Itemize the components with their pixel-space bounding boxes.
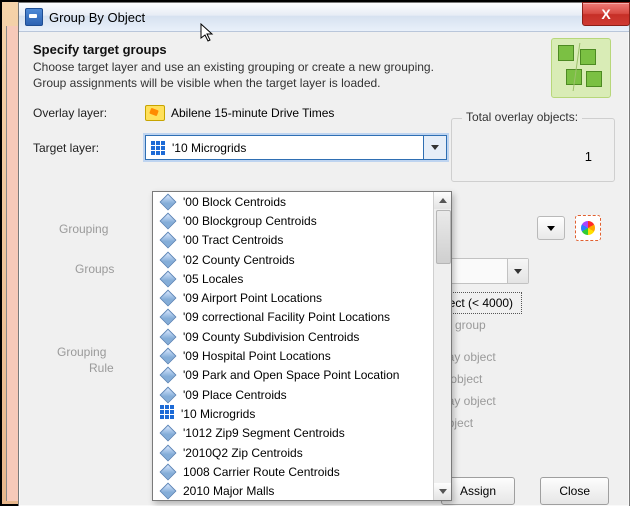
total-overlay-objects-value: 1 (585, 149, 592, 164)
chevron-down-icon (547, 226, 555, 231)
target-layer-combobox[interactable]: '10 Microgrids (145, 135, 447, 160)
close-button[interactable]: Close (540, 477, 609, 505)
grouping-dropdown-button[interactable] (537, 216, 565, 240)
overlay-layer-text: Abilene 15-minute Drive Times (171, 106, 334, 120)
target-layer-selected-text: '10 Microgrids (170, 141, 423, 155)
point-layer-icon (160, 386, 177, 403)
dropdown-item[interactable]: 2010 Major Malls (153, 481, 433, 500)
dropdown-item[interactable]: '09 Place Centroids (153, 385, 433, 404)
point-layer-icon (160, 251, 177, 268)
focused-option-text: ject (< 4000) (446, 296, 513, 310)
group-by-object-dialog: Group By Object X Specify target groups … (18, 2, 630, 506)
dropdown-item-label: '1012 Zip9 Segment Centroids (183, 426, 345, 440)
screenshot-root: Group By Object X Specify target groups … (0, 0, 630, 506)
dropdown-item-label: '2010Q2 Zip Centroids (183, 446, 303, 460)
point-layer-icon (160, 212, 177, 229)
grid-icon (159, 404, 175, 423)
assign-button[interactable]: Assign (441, 477, 515, 505)
grouping-rule-label-2: Rule (89, 361, 114, 375)
chevron-down-icon (439, 489, 447, 494)
dropdown-item-label: '09 Hospital Point Locations (183, 349, 331, 363)
dropdown-item[interactable]: '10 Microgrids (153, 404, 433, 423)
dropdown-item[interactable]: '09 County Subdivision Centroids (153, 327, 433, 346)
dropdown-item[interactable]: 1008 Carrier Route Centroids (153, 462, 433, 481)
dropdown-scrollbar[interactable] (433, 192, 451, 500)
dropdown-item[interactable]: '09 Airport Point Locations (153, 288, 433, 307)
dropdown-item-label: '02 County Centroids (183, 253, 295, 267)
overlay-layer-label: Overlay layer: (33, 106, 135, 120)
dropdown-item-label: 1008 Carrier Route Centroids (183, 465, 340, 479)
dropdown-item-label: '09 County Subdivision Centroids (183, 330, 359, 344)
dropdown-item[interactable]: '09 Park and Open Space Point Location (153, 366, 433, 385)
dialog-body: Specify target groups Choose target laye… (19, 32, 629, 506)
overlay-layer-swatch-icon (145, 105, 165, 121)
groups-label: Groups (75, 262, 114, 276)
section-description: Choose target layer and use an existing … (33, 59, 503, 91)
dropdown-item[interactable]: '2010Q2 Zip Centroids (153, 443, 433, 462)
dropdown-item-label: '09 Park and Open Space Point Location (183, 368, 399, 382)
total-overlay-objects-groupbox: Total overlay objects: 1 (451, 118, 615, 182)
dropdown-item-label: '10 Microgrids (181, 407, 255, 421)
point-layer-icon (160, 270, 177, 287)
burst-icon (581, 221, 595, 235)
target-layer-label: Target layer: (33, 141, 135, 155)
target-layer-dropdown-button[interactable] (423, 136, 446, 159)
point-layer-icon (160, 367, 177, 384)
dropdown-item[interactable]: '00 Blockgroup Centroids (153, 211, 433, 230)
dropdown-item-label: '09 Place Centroids (183, 388, 287, 402)
point-layer-icon (160, 290, 177, 307)
chevron-down-icon (514, 269, 522, 274)
dropdown-item[interactable]: '00 Tract Centroids (153, 231, 433, 250)
window-title: Group By Object (49, 10, 145, 25)
window-close-button[interactable]: X (582, 2, 630, 26)
header-section: Specify target groups Choose target laye… (33, 42, 615, 91)
titlebar[interactable]: Group By Object X (19, 3, 629, 32)
section-heading: Specify target groups (33, 42, 615, 57)
point-layer-icon (160, 309, 177, 326)
point-layer-icon (160, 425, 177, 442)
scroll-thumb[interactable] (436, 210, 451, 264)
grouping-illustration-icon (551, 38, 611, 98)
app-icon (25, 8, 43, 26)
scroll-up-button[interactable] (434, 192, 451, 209)
groups-combobox-button[interactable] (507, 259, 528, 283)
chevron-down-icon (431, 145, 439, 150)
grid-icon (150, 140, 166, 156)
dropdown-item[interactable]: '09 correctional Facility Point Location… (153, 308, 433, 327)
dropdown-item-label: 2010 Major Malls (183, 484, 274, 498)
grouping-label: Grouping (59, 222, 108, 236)
dropdown-item-label: '05 Locales (183, 272, 243, 286)
target-layer-dropdown-list[interactable]: '00 Block Centroids '00 Blockgroup Centro… (152, 191, 452, 501)
dropdown-item-label: '09 Airport Point Locations (183, 291, 322, 305)
point-layer-icon (160, 232, 177, 249)
groups-combobox[interactable] (439, 258, 529, 284)
dropdown-item-label: '00 Blockgroup Centroids (183, 214, 317, 228)
grouping-rule-label-1: Grouping (57, 345, 106, 359)
dropdown-item[interactable]: '00 Block Centroids (153, 192, 433, 211)
dropdown-items-container: '00 Block Centroids '00 Blockgroup Centro… (153, 192, 433, 500)
scroll-down-button[interactable] (434, 483, 451, 500)
point-layer-icon (160, 483, 177, 500)
overlay-layer-value: Abilene 15-minute Drive Times (145, 105, 334, 121)
dropdown-item-label: '00 Tract Centroids (183, 233, 283, 247)
chevron-up-icon (439, 198, 447, 203)
close-button-label: Close (559, 484, 590, 498)
point-layer-icon (160, 463, 177, 480)
point-layer-icon (160, 444, 177, 461)
assign-button-label: Assign (460, 484, 496, 498)
dropdown-item[interactable]: '09 Hospital Point Locations (153, 346, 433, 365)
dropdown-item[interactable]: '02 County Centroids (153, 250, 433, 269)
point-layer-icon (160, 328, 177, 345)
dropdown-item-label: '00 Block Centroids (183, 195, 286, 209)
new-grouping-icon-button[interactable] (575, 215, 601, 241)
dropdown-item[interactable]: '1012 Zip9 Segment Centroids (153, 424, 433, 443)
close-icon: X (601, 6, 610, 22)
dropdown-item-label: '09 correctional Facility Point Location… (183, 310, 390, 324)
point-layer-icon (160, 193, 177, 210)
point-layer-icon (160, 348, 177, 365)
dropdown-item[interactable]: '05 Locales (153, 269, 433, 288)
total-overlay-objects-legend: Total overlay objects: (462, 110, 582, 124)
